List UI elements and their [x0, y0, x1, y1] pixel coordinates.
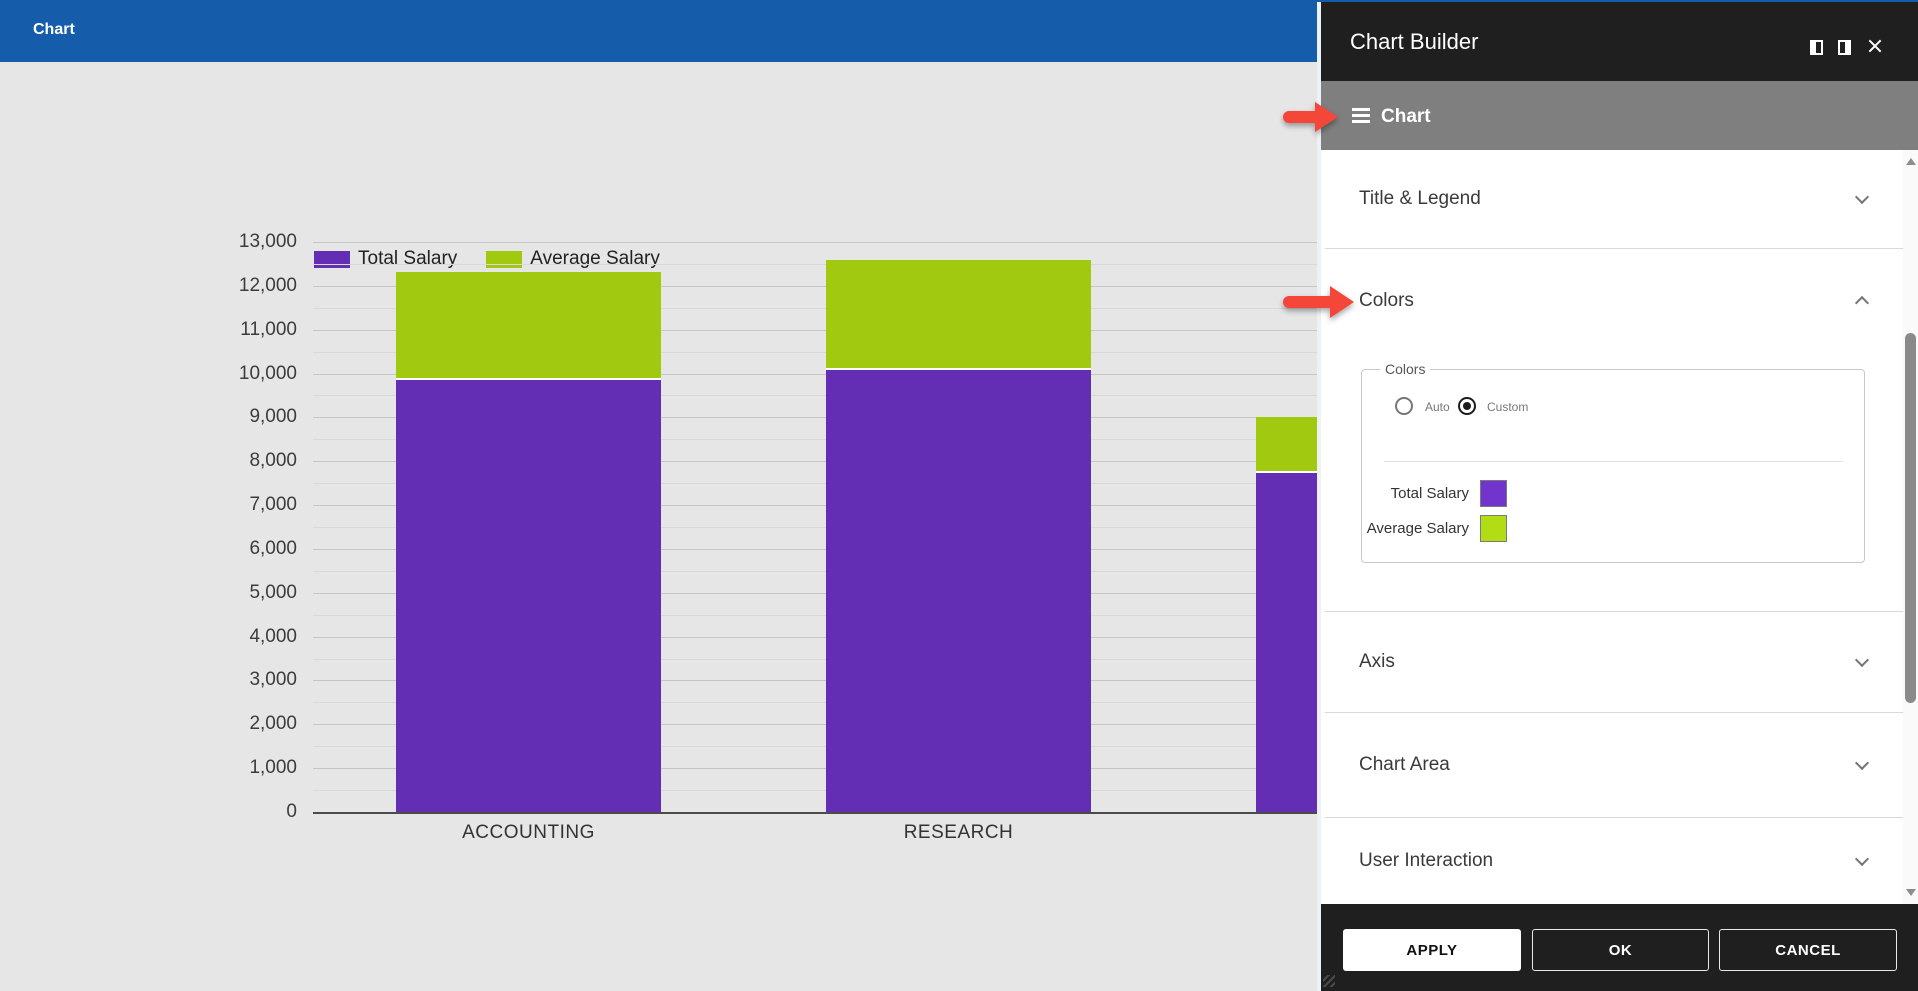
- section-label: Colors: [1359, 290, 1414, 312]
- y-axis-tick-label: 6,000: [207, 538, 297, 560]
- chart-preview: Total Salary Average Salary 0 1,000 2,000 3,…: [0, 62, 1317, 991]
- bar-segment-total-salary: [396, 380, 661, 812]
- legend-label: Average Salary: [530, 248, 660, 270]
- dock-left-icon[interactable]: [1810, 40, 1823, 55]
- chart-menu-row[interactable]: Chart: [1321, 81, 1918, 150]
- panel-footer: APPLY OK CANCEL: [1321, 904, 1918, 991]
- legend-item: Total Salary: [314, 248, 457, 270]
- legend-label: Total Salary: [358, 248, 457, 270]
- y-axis-tick-label: 11,000: [207, 319, 297, 341]
- apply-button[interactable]: APPLY: [1343, 929, 1521, 971]
- section-label: Title & Legend: [1359, 188, 1481, 210]
- legend-swatch: [486, 251, 522, 268]
- colors-groupbox-legend: Colors: [1380, 361, 1430, 377]
- custom-radio[interactable]: [1458, 397, 1476, 415]
- chevron-down-icon: [1855, 755, 1869, 769]
- section-label: Axis: [1359, 651, 1395, 673]
- series-color-row: Total Salary: [1362, 480, 1866, 507]
- y-axis-tick-label: 13,000: [207, 231, 297, 253]
- scrollbar-thumb[interactable]: [1905, 333, 1916, 703]
- color-mode-radios: Auto Custom: [1362, 397, 1866, 433]
- y-axis-tick-label: 1,000: [207, 757, 297, 779]
- section-label: User Interaction: [1359, 850, 1493, 872]
- y-axis-tick-label: 9,000: [207, 406, 297, 428]
- series-color-label: Total Salary: [1269, 485, 1469, 502]
- chevron-up-icon: [1855, 296, 1869, 310]
- bar-segment-average-salary: [1256, 417, 1317, 473]
- y-axis-tick-label: 12,000: [207, 275, 297, 297]
- y-axis-tick-label: 10,000: [207, 363, 297, 385]
- major-gridline: [313, 242, 1317, 243]
- bar-segment-total-salary: [826, 370, 1091, 812]
- bar-segment-average-salary: [826, 260, 1091, 370]
- y-axis-tick-label: 7,000: [207, 494, 297, 516]
- x-axis-line: [313, 812, 1317, 814]
- app-title: Chart: [33, 21, 75, 39]
- dock-right-icon[interactable]: [1838, 40, 1851, 55]
- chevron-down-icon: [1855, 851, 1869, 865]
- series-color-row: Average Salary: [1362, 515, 1866, 542]
- y-axis-tick-label: 4,000: [207, 626, 297, 648]
- scroll-down-icon[interactable]: [1906, 889, 1916, 896]
- y-axis-tick-label: 3,000: [207, 669, 297, 691]
- section-axis[interactable]: Axis: [1321, 611, 1903, 712]
- custom-radio-label: Custom: [1487, 400, 1528, 414]
- total-salary-color-swatch[interactable]: [1480, 480, 1507, 507]
- y-axis-tick-label: 2,000: [207, 713, 297, 735]
- arrow-to-colors-section: [1283, 286, 1354, 319]
- panel-scrollbar[interactable]: [1903, 150, 1918, 904]
- chart-legend: Total Salary Average Salary: [314, 248, 660, 270]
- average-salary-color-swatch[interactable]: [1480, 515, 1507, 542]
- ok-button[interactable]: OK: [1532, 929, 1709, 971]
- x-axis-category-label: ACCOUNTING: [379, 822, 679, 844]
- chart-builder-panel: Chart Builder Chart Title & Legend Color…: [1317, 2, 1918, 991]
- bar-segment-average-salary: [396, 272, 661, 380]
- hamburger-icon: [1352, 108, 1370, 123]
- section-label: Chart Area: [1359, 754, 1450, 776]
- legend-item: Average Salary: [486, 248, 660, 270]
- divider: [1384, 461, 1843, 462]
- section-user-interaction[interactable]: User Interaction: [1321, 817, 1903, 904]
- section-title-legend[interactable]: Title & Legend: [1321, 150, 1903, 248]
- panel-titlebar: Chart Builder: [1321, 2, 1918, 81]
- panel-content: Title & Legend Colors Colors Auto Custom: [1321, 150, 1918, 904]
- chevron-down-icon: [1855, 652, 1869, 666]
- series-color-label: Average Salary: [1269, 520, 1469, 537]
- y-axis-tick-label: 5,000: [207, 582, 297, 604]
- divider: [1325, 248, 1903, 249]
- panel-title: Chart Builder: [1350, 29, 1478, 55]
- minor-gridline: [313, 264, 1317, 265]
- arrow-to-chart-menu: [1283, 102, 1338, 132]
- chart-menu-label: Chart: [1381, 106, 1431, 128]
- section-colors[interactable]: Colors: [1321, 271, 1903, 331]
- chevron-down-icon: [1855, 190, 1869, 204]
- close-icon[interactable]: [1867, 38, 1883, 54]
- cancel-button[interactable]: CANCEL: [1719, 929, 1897, 971]
- auto-radio[interactable]: [1395, 397, 1413, 415]
- y-axis-tick-label: 0: [207, 801, 297, 823]
- y-axis-tick-label: 8,000: [207, 450, 297, 472]
- auto-radio-label: Auto: [1425, 400, 1450, 414]
- scroll-up-icon[interactable]: [1906, 158, 1916, 165]
- colors-groupbox: Colors Auto Custom Total Salary Average …: [1361, 369, 1865, 563]
- x-axis-category-label: RESEARCH: [809, 822, 1109, 844]
- legend-swatch: [314, 251, 350, 268]
- resize-grip[interactable]: [1323, 975, 1335, 987]
- section-chart-area[interactable]: Chart Area: [1321, 712, 1903, 817]
- screen: Chart Total Salary Average Salary 0 1,000 2…: [0, 0, 1918, 991]
